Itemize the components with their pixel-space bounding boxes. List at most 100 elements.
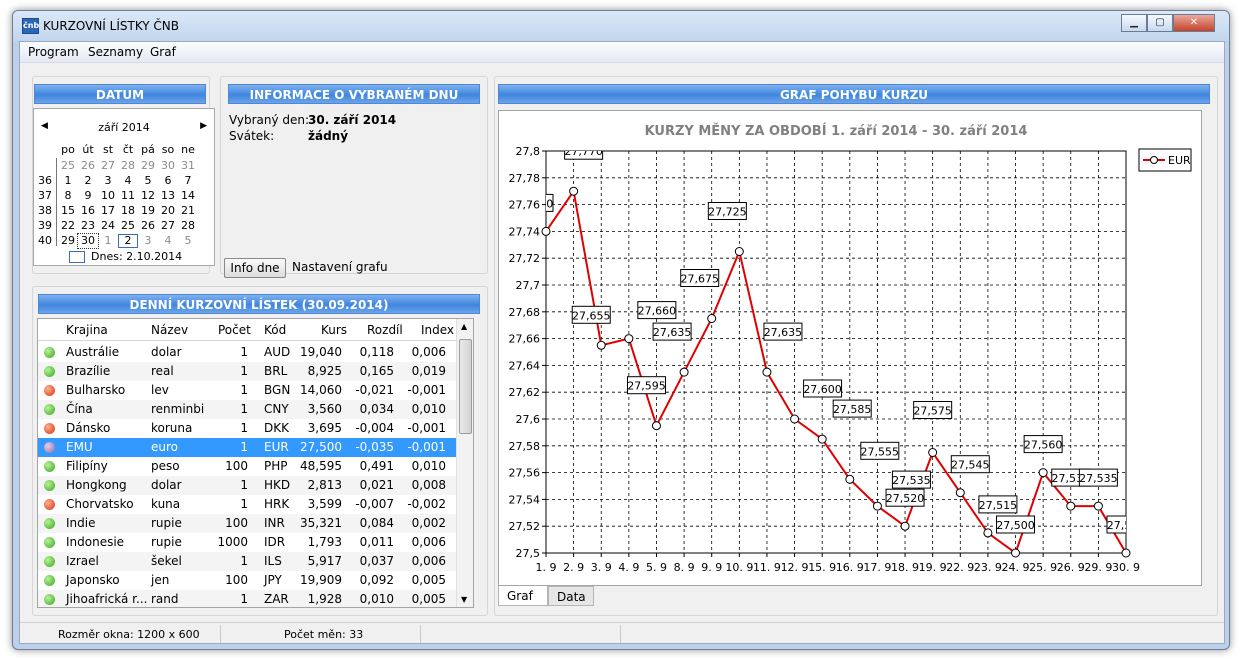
calendar-day[interactable]: 7 bbox=[178, 174, 198, 188]
tab-graf[interactable]: Graf bbox=[498, 586, 548, 606]
data-point[interactable] bbox=[1066, 501, 1076, 511]
data-point[interactable] bbox=[651, 421, 661, 431]
calendar-day[interactable]: 28 bbox=[118, 159, 138, 173]
data-point[interactable] bbox=[1011, 548, 1021, 558]
calendar-day[interactable]: 31 bbox=[178, 159, 198, 173]
data-point[interactable] bbox=[1038, 468, 1048, 478]
calendar-day[interactable]: 23 bbox=[78, 219, 98, 233]
calendar-day[interactable]: 2 bbox=[118, 234, 138, 248]
data-point[interactable] bbox=[569, 186, 579, 196]
maximize-button[interactable]: ▢ bbox=[1147, 14, 1173, 32]
col-index[interactable]: Index bbox=[421, 323, 454, 337]
calendar-day[interactable]: 2 bbox=[78, 174, 98, 188]
calendar-day[interactable]: 22 bbox=[58, 219, 78, 233]
calendar-day[interactable]: 3 bbox=[98, 174, 118, 188]
calendar-day[interactable]: 26 bbox=[78, 159, 98, 173]
calendar-day[interactable]: 18 bbox=[118, 204, 138, 218]
calendar-day[interactable]: 5 bbox=[178, 234, 198, 248]
table-row[interactable]: Jihoafrická r... rand 1 ZAR 1,928 0,010 0,005 bbox=[38, 590, 456, 607]
calendar-day[interactable]: 20 bbox=[158, 204, 178, 218]
data-point[interactable] bbox=[707, 314, 717, 323]
calendar-day[interactable]: 27 bbox=[158, 219, 178, 233]
table-row[interactable]: Filipíny peso 100 PHP 48,595 0,491 0,010 bbox=[38, 457, 456, 476]
graph-settings-tab[interactable]: Nastavení grafu bbox=[292, 260, 388, 274]
table-row[interactable]: Hongkong dolar 1 HKD 2,813 0,021 0,008 bbox=[38, 476, 456, 495]
data-point[interactable] bbox=[541, 226, 551, 236]
title-bar[interactable]: čnb KURZOVNÍ LÍSTKY ČNB ▁ ▢ ✕ bbox=[13, 11, 1229, 41]
calendar-day[interactable]: 25 bbox=[58, 159, 78, 173]
close-button[interactable]: ✕ bbox=[1173, 14, 1215, 32]
table-row[interactable]: Čína renminbi 1 CNY 3,560 0,034 0,010 bbox=[38, 400, 456, 419]
table-scrollbar[interactable]: ▲ ▼ bbox=[456, 319, 473, 607]
calendar-day[interactable]: 16 bbox=[78, 204, 98, 218]
next-month-icon[interactable]: ▶ bbox=[200, 121, 207, 131]
data-point[interactable] bbox=[955, 488, 965, 498]
data-point[interactable] bbox=[1093, 501, 1103, 511]
calendar-day[interactable]: 29 bbox=[138, 159, 158, 173]
data-point[interactable] bbox=[596, 340, 606, 350]
data-point[interactable] bbox=[817, 434, 827, 444]
col-rozdil[interactable]: Rozdíl bbox=[367, 323, 403, 337]
calendar-day[interactable]: 8 bbox=[58, 189, 78, 203]
calendar-day[interactable]: 13 bbox=[158, 189, 178, 203]
table-row[interactable]: Austrálie dolar 1 AUD 19,040 0,118 0,006 bbox=[38, 343, 456, 362]
calendar-day[interactable]: 30 bbox=[77, 233, 99, 249]
table-row[interactable]: Indie rupie 100 INR 35,321 0,084 0,002 bbox=[38, 514, 456, 533]
col-pocet[interactable]: Počet bbox=[218, 323, 251, 337]
calendar-day[interactable]: 1 bbox=[58, 174, 78, 188]
table-row[interactable]: EMU euro 1 EUR 27,500 -0,035 -0,001 bbox=[38, 438, 456, 457]
col-krajina[interactable]: Krajina bbox=[66, 323, 108, 337]
calendar-day[interactable]: 21 bbox=[178, 204, 198, 218]
table-row[interactable]: Bulharsko lev 1 BGN 14,060 -0,021 -0,001 bbox=[38, 381, 456, 400]
calendar-day[interactable]: 4 bbox=[158, 234, 178, 248]
minimize-button[interactable]: ▁ bbox=[1121, 14, 1147, 32]
data-point[interactable] bbox=[1121, 548, 1131, 558]
calendar-day[interactable]: 19 bbox=[138, 204, 158, 218]
calendar-day[interactable]: 3 bbox=[138, 234, 158, 248]
calendar-day[interactable]: 25 bbox=[118, 219, 138, 233]
data-point[interactable] bbox=[679, 367, 689, 377]
data-point[interactable] bbox=[734, 247, 744, 256]
col-nazev[interactable]: Název bbox=[151, 323, 188, 337]
calendar-day[interactable]: 27 bbox=[98, 159, 118, 173]
table-row[interactable]: Dánsko koruna 1 DKK 3,695 -0,004 -0,001 bbox=[38, 419, 456, 438]
data-point[interactable] bbox=[928, 448, 938, 457]
scroll-thumb[interactable] bbox=[459, 339, 472, 434]
col-kurs[interactable]: Kurs bbox=[321, 323, 347, 337]
table-row[interactable]: Izrael šekel 1 ILS 5,917 0,037 0,006 bbox=[38, 552, 456, 571]
calendar-day[interactable]: 14 bbox=[178, 189, 198, 203]
menu-graf[interactable]: Graf bbox=[150, 45, 176, 59]
calendar-day[interactable]: 9 bbox=[78, 189, 98, 203]
table-row[interactable]: Brazílie real 1 BRL 8,925 0,165 0,019 bbox=[38, 362, 456, 381]
calendar-day[interactable]: 30 bbox=[158, 159, 178, 173]
today-label[interactable]: Dnes: 2.10.2014 bbox=[91, 250, 182, 263]
calendar-day[interactable]: 10 bbox=[98, 189, 118, 203]
data-point[interactable] bbox=[762, 367, 772, 377]
calendar-day[interactable]: 11 bbox=[118, 189, 138, 203]
data-point[interactable] bbox=[624, 334, 634, 344]
calendar-day[interactable]: 15 bbox=[58, 204, 78, 218]
calendar-day[interactable]: 26 bbox=[138, 219, 158, 233]
calendar-day[interactable]: 12 bbox=[138, 189, 158, 203]
data-point[interactable] bbox=[845, 474, 855, 484]
table-row[interactable]: Chorvatsko kuna 1 HRK 3,599 -0,007 -0,002 bbox=[38, 495, 456, 514]
info-day-tab[interactable]: Info dne bbox=[224, 258, 286, 278]
data-point[interactable] bbox=[790, 414, 800, 424]
calendar-day[interactable]: 29 bbox=[58, 234, 78, 248]
data-point[interactable] bbox=[983, 528, 993, 538]
calendar-day[interactable]: 6 bbox=[158, 174, 178, 188]
tab-data[interactable]: Data bbox=[548, 586, 594, 606]
menu-seznamy[interactable]: Seznamy bbox=[88, 45, 143, 59]
table-row[interactable]: Indonesie rupie 1000 IDR 1,793 0,011 0,006 bbox=[38, 533, 456, 552]
data-point[interactable] bbox=[872, 501, 882, 511]
calendar-day[interactable]: 4 bbox=[118, 174, 138, 188]
calendar-day[interactable]: 17 bbox=[98, 204, 118, 218]
calendar-day[interactable]: 5 bbox=[138, 174, 158, 188]
table-row[interactable]: Japonsko jen 100 JPY 19,909 0,092 0,005 bbox=[38, 571, 456, 590]
menu-program[interactable]: Program bbox=[28, 45, 79, 59]
calendar-day[interactable]: 28 bbox=[178, 219, 198, 233]
calendar-day[interactable]: 24 bbox=[98, 219, 118, 233]
data-point[interactable] bbox=[900, 521, 910, 531]
col-kod[interactable]: Kód bbox=[264, 323, 286, 337]
calendar-day[interactable]: 1 bbox=[98, 234, 118, 248]
